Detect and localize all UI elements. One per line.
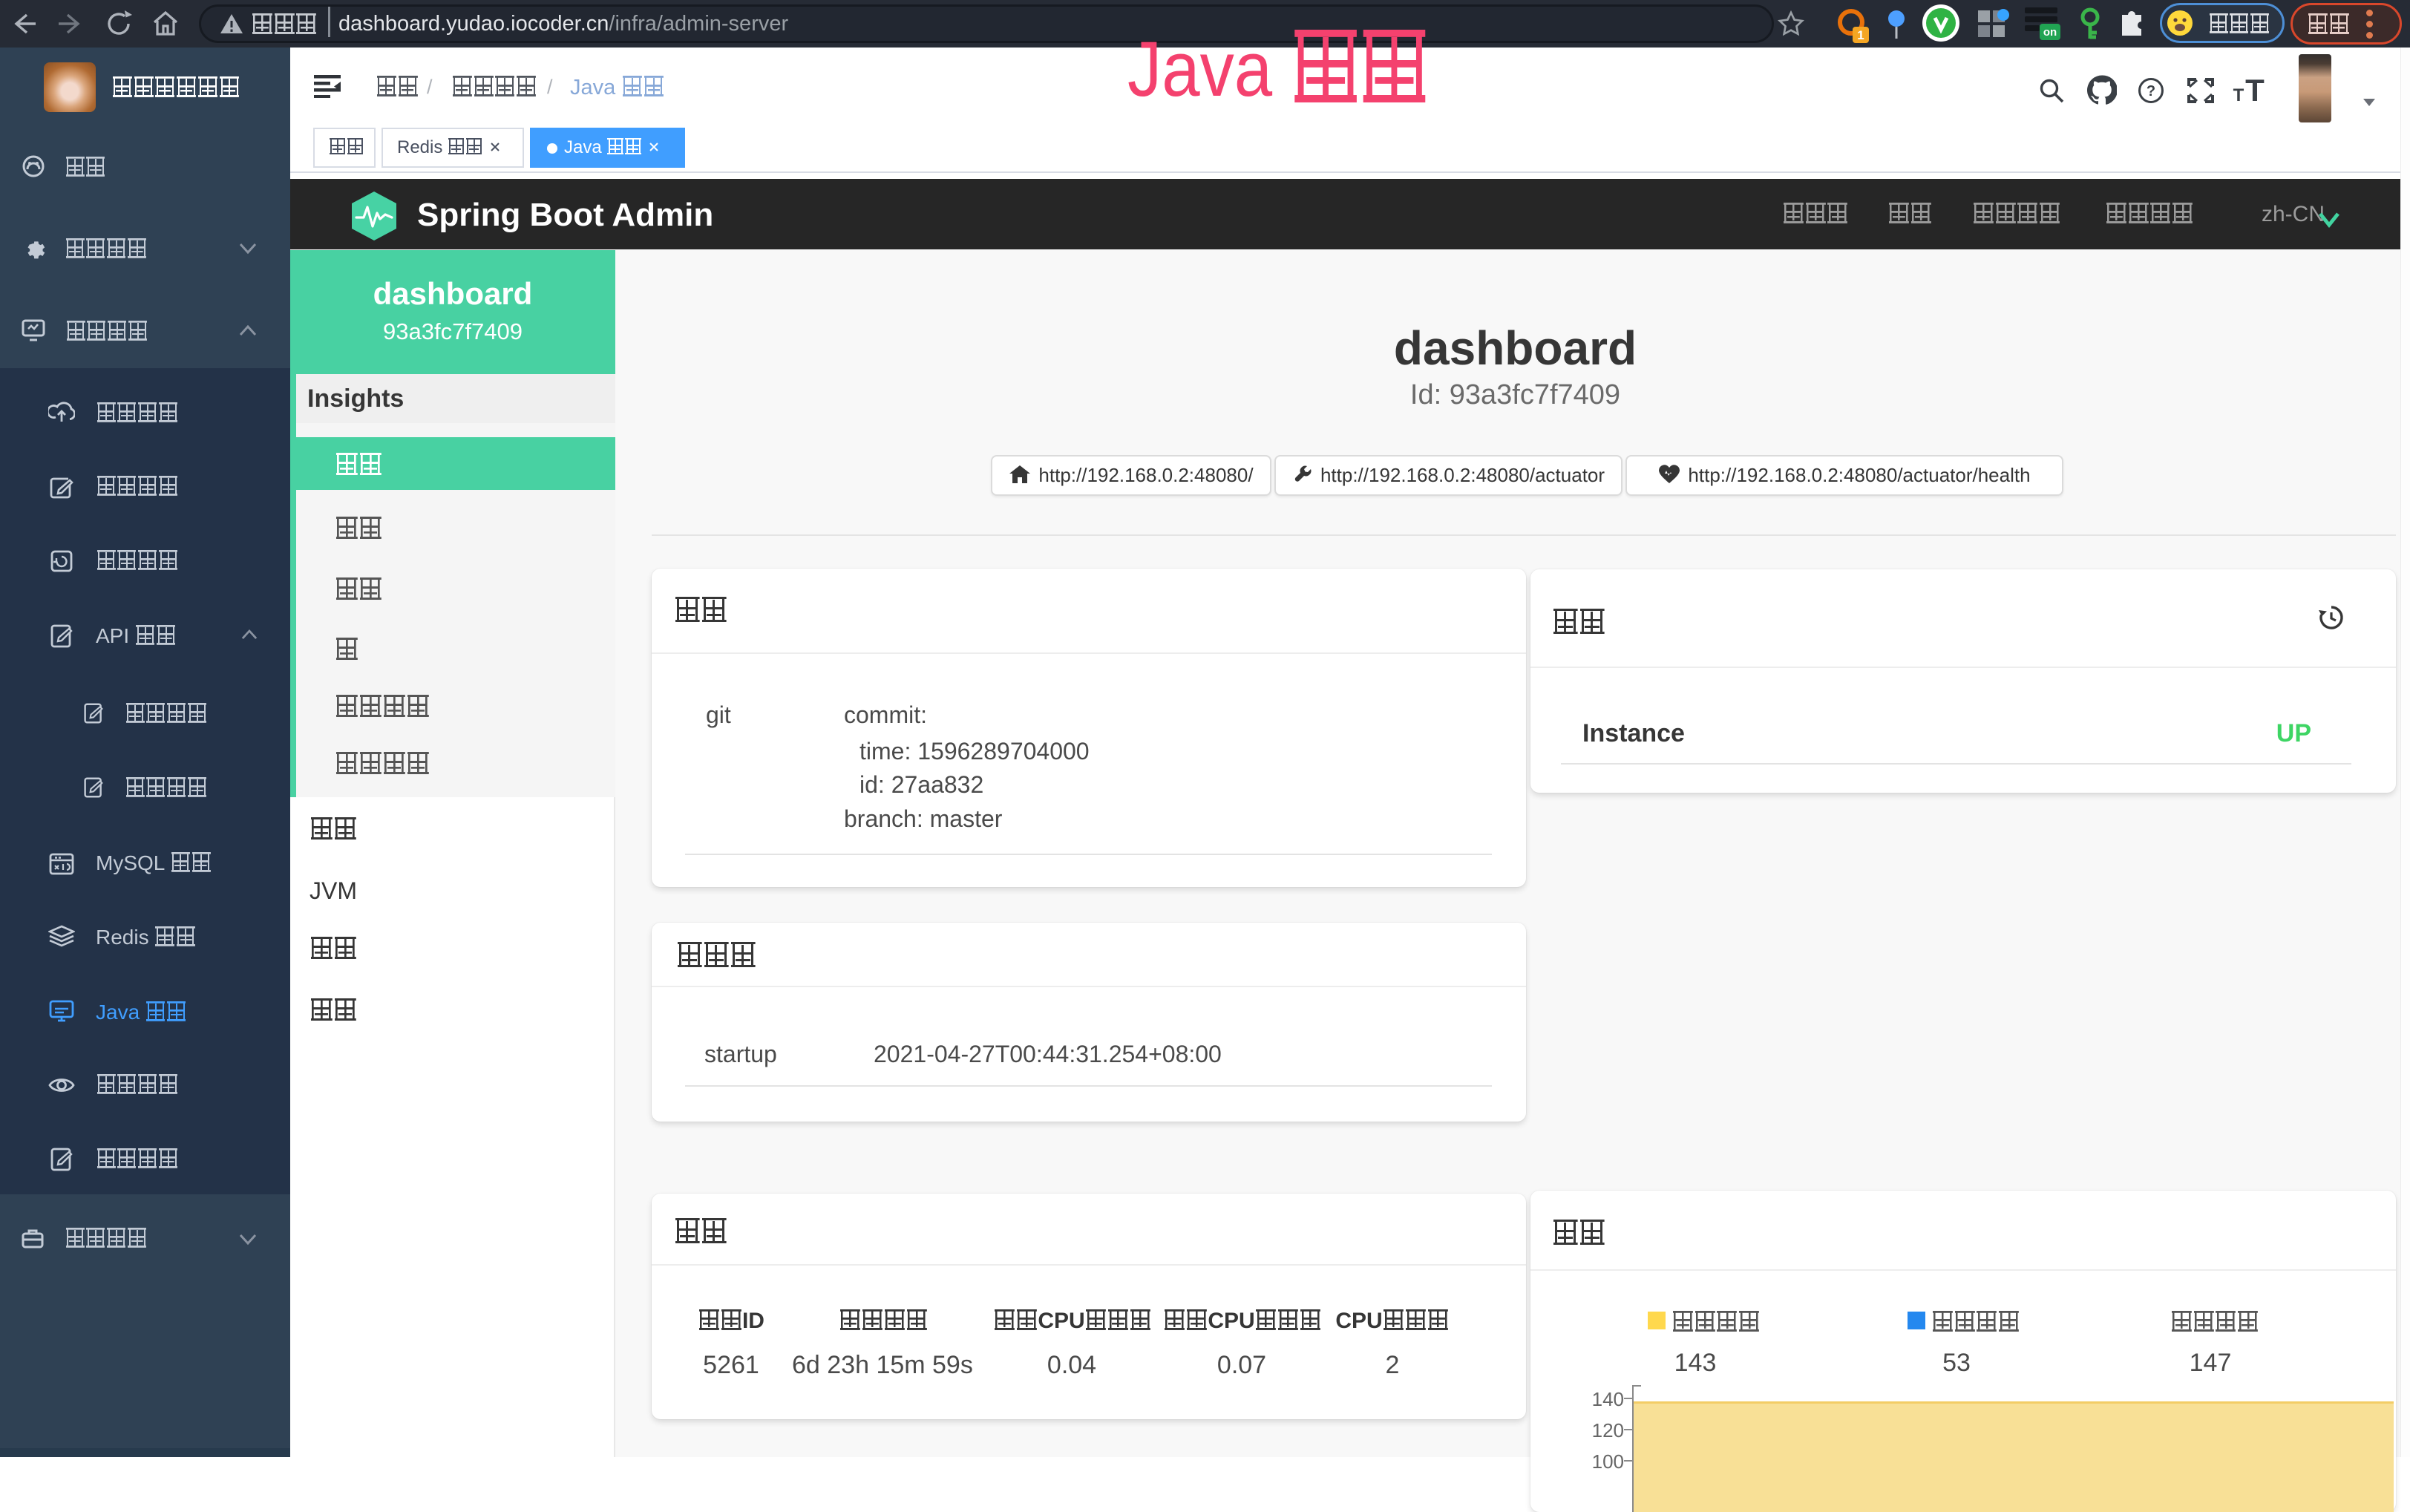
svg-text:1: 1 xyxy=(1857,28,1864,42)
svg-text:T: T xyxy=(2233,85,2244,105)
svg-text:T: T xyxy=(2245,74,2265,105)
svg-text:?: ? xyxy=(2147,83,2155,99)
svg-text:on: on xyxy=(2043,26,2057,39)
